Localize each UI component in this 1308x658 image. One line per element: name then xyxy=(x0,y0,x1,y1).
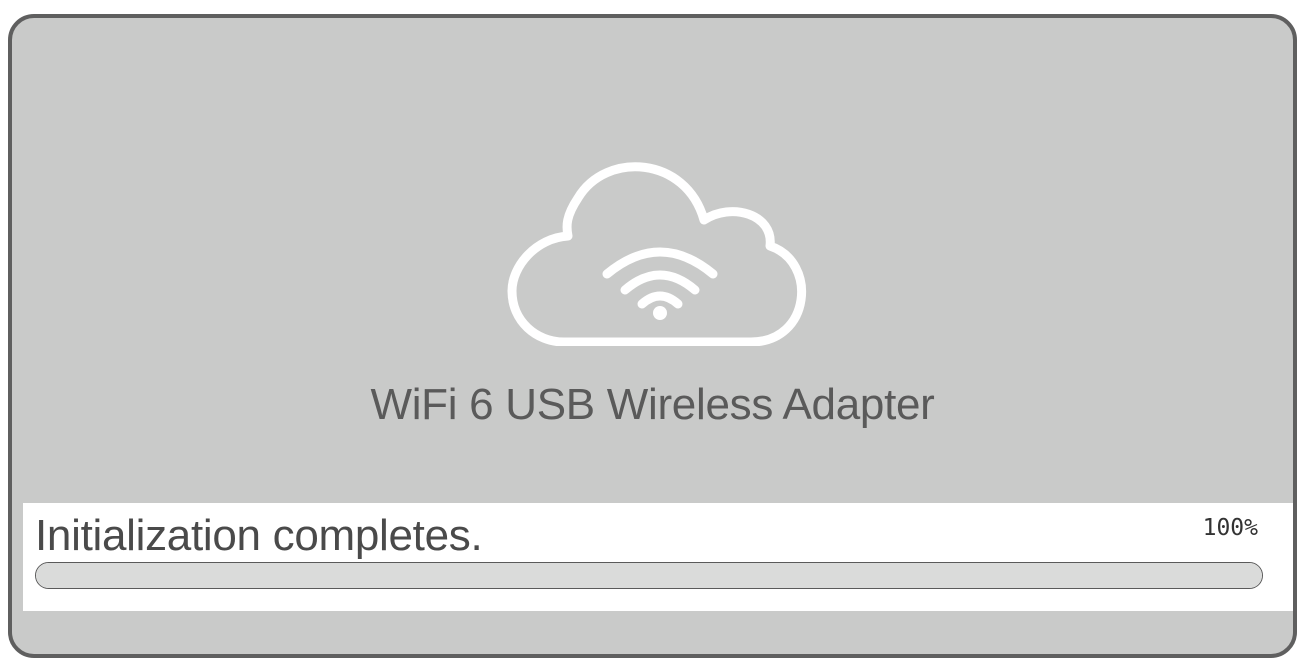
cloud-wifi-icon xyxy=(507,162,807,346)
progress-bar-fill xyxy=(36,563,1262,588)
progress-bar xyxy=(35,562,1263,589)
progress-percent-label: 100% xyxy=(1202,515,1258,541)
wifi-dot xyxy=(653,306,667,320)
product-name: WiFi 6 USB Wireless Adapter xyxy=(370,380,935,429)
status-panel: Initialization completes. 100% xyxy=(23,503,1293,611)
installer-window: WiFi 6 USB Wireless Adapter Initializati… xyxy=(8,14,1297,658)
status-message: Initialization completes. xyxy=(35,511,483,560)
wifi-icon xyxy=(602,247,718,309)
